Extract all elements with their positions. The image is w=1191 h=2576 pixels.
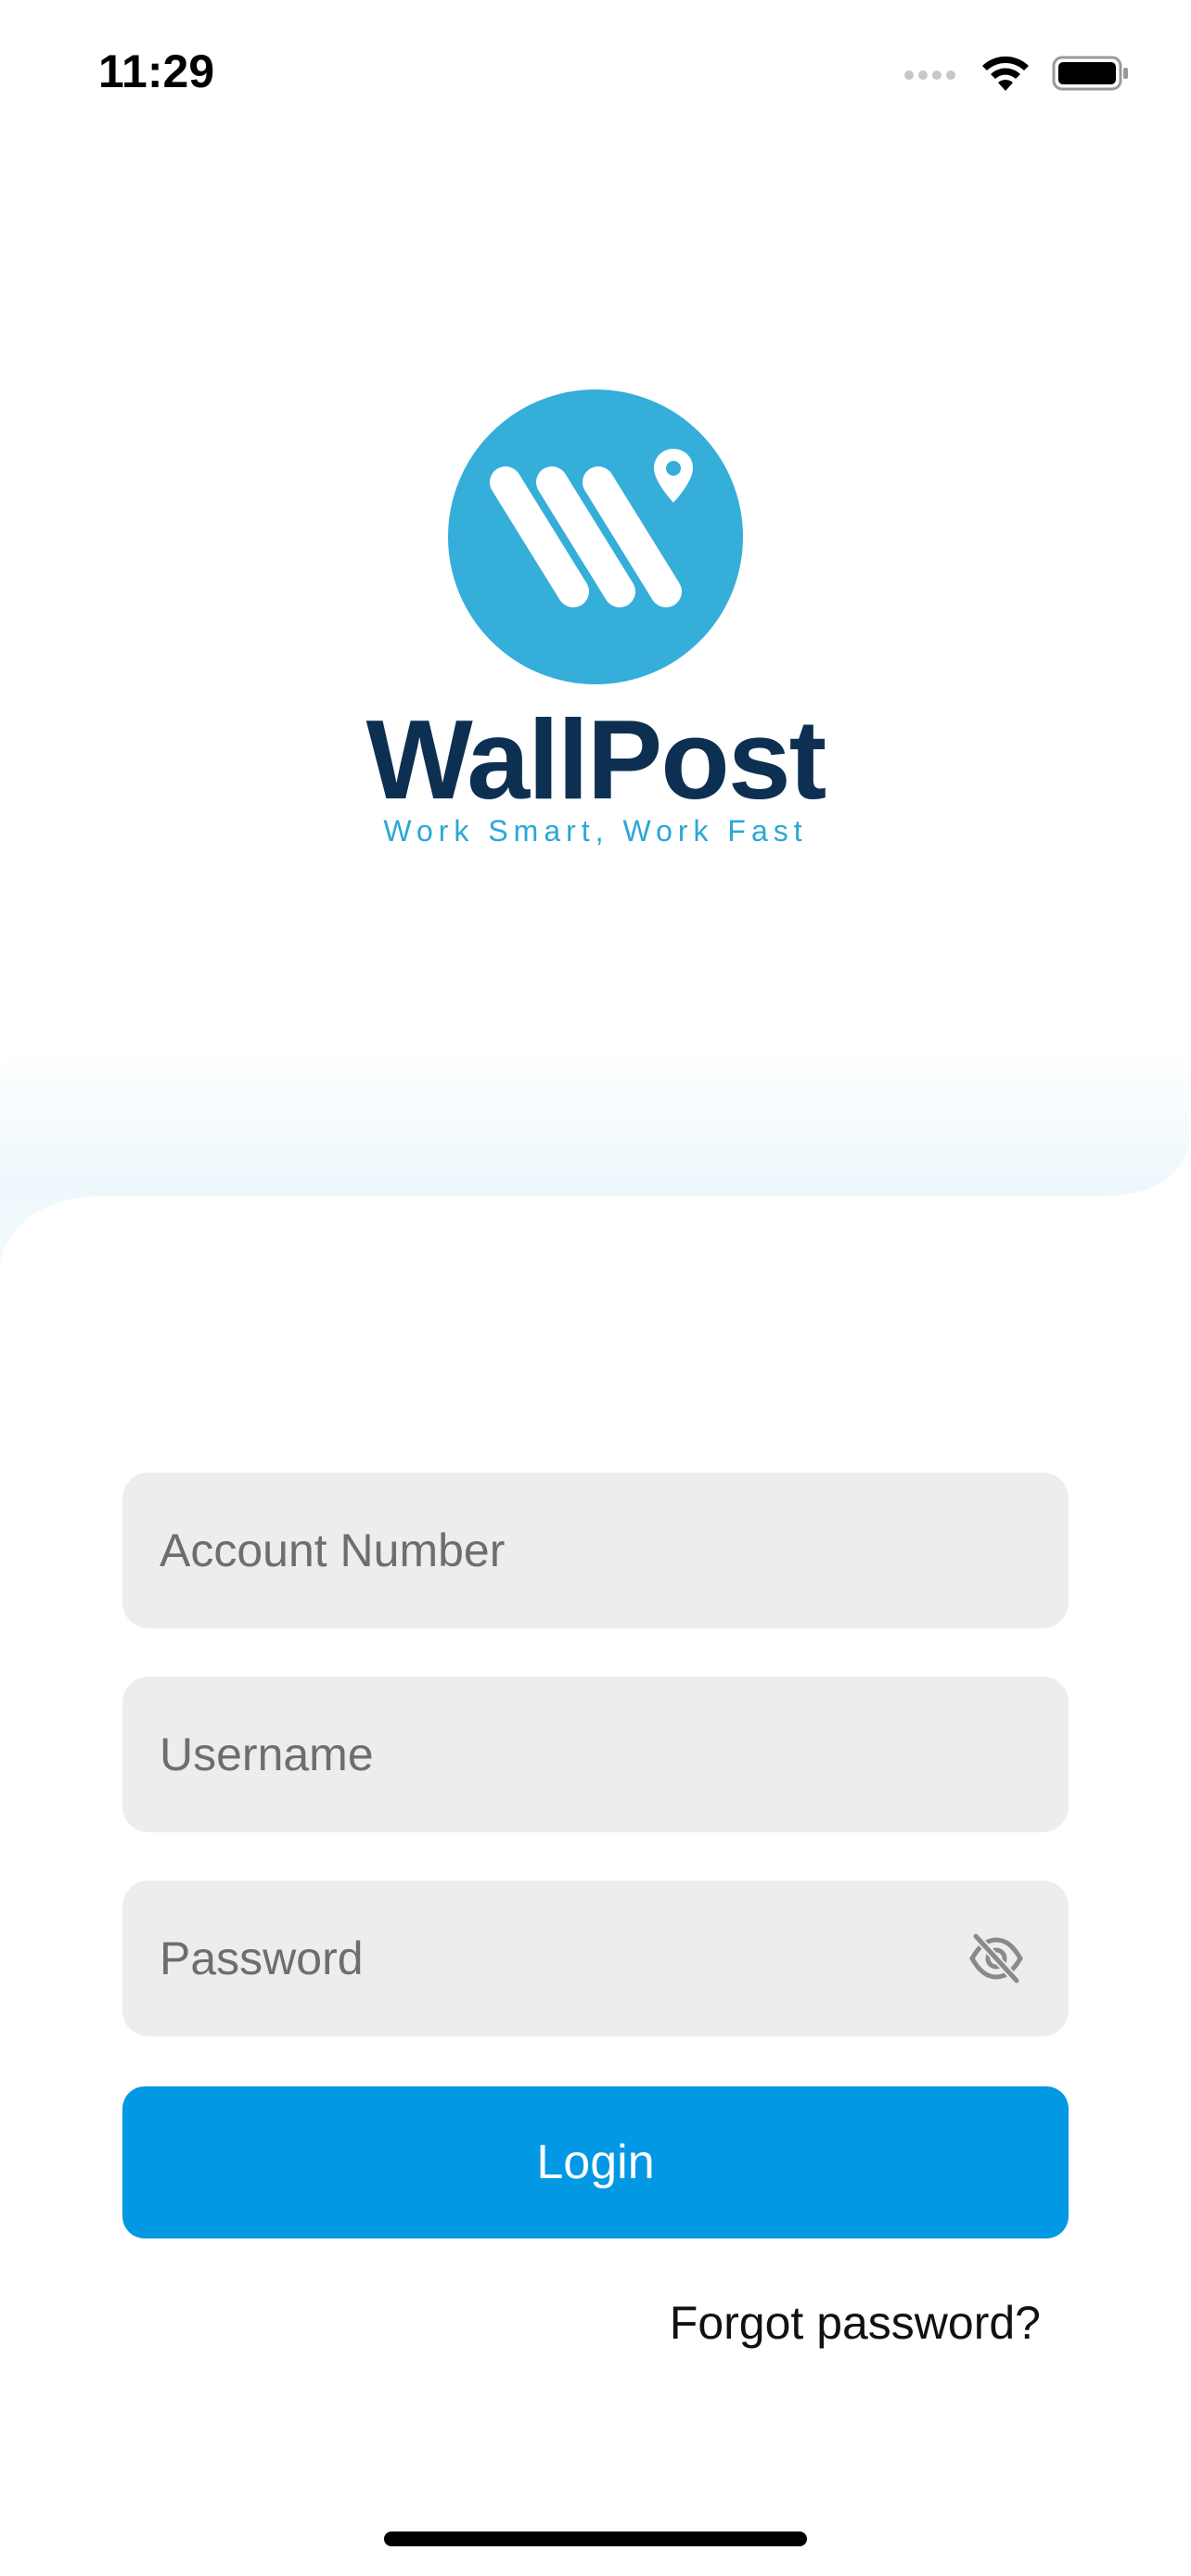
login-button[interactable]: Login [122, 2086, 1069, 2238]
username-field [122, 1677, 1069, 1832]
status-time: 11:29 [98, 45, 215, 97]
decorative-wave [0, 1048, 1191, 1270]
login-form: Login Forgot password? [122, 1473, 1069, 2349]
account-number-field [122, 1473, 1069, 1628]
forgot-password-link[interactable]: Forgot password? [670, 2296, 1041, 2350]
wifi-icon [982, 56, 1029, 91]
username-input[interactable] [160, 1677, 976, 1832]
password-input[interactable] [160, 1881, 976, 2036]
status-icons [903, 54, 1130, 93]
battery-icon [1052, 56, 1128, 91]
password-field [122, 1881, 1069, 2036]
brand-name: WallPost [365, 696, 827, 823]
status-bar: 11:29 [0, 0, 1191, 148]
cellular-signal-icon [904, 70, 955, 80]
wallpost-logo-icon [448, 389, 743, 684]
account-number-input[interactable] [160, 1473, 976, 1628]
home-indicator[interactable] [384, 2531, 807, 2546]
eye-off-icon[interactable] [968, 1932, 1024, 1984]
brand-logo-block: WallPost Work Smart, Work Fast [0, 389, 1191, 872]
brand-tagline: Work Smart, Work Fast [383, 814, 808, 848]
